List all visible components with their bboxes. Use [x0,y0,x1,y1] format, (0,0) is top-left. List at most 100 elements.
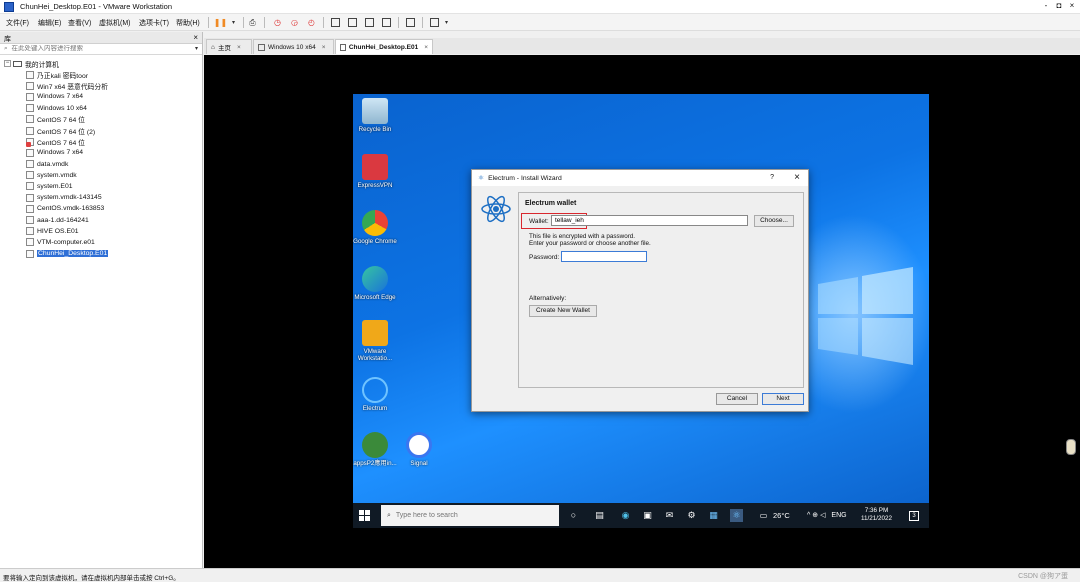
vm-icon [26,115,34,124]
snapshot-icon[interactable]: ◷ [271,16,284,29]
close-button[interactable]: × [1066,1,1078,10]
tree-item[interactable]: Windows 7 x64 [0,91,202,102]
desktop-icon-expressvpn[interactable]: ExpressVPN [353,154,397,189]
tree-item[interactable]: CentOS 7 64 位 [0,114,202,125]
desktop-icon-signal[interactable]: Signal [397,432,441,467]
desktop-icon-recycle-bin[interactable]: Recycle Bin [353,98,397,133]
taskbar-clock[interactable]: 7:36 PM 11/21/2022 [861,507,892,523]
thumbnail-view-icon[interactable] [346,16,359,29]
wallet-label: Wallet: [529,218,549,225]
menu-edit[interactable]: 编辑(E) [38,18,61,28]
tree-item[interactable]: data.vmdk [0,159,202,170]
notification-badge[interactable]: 3 [909,511,919,521]
library-search-input[interactable] [11,45,172,52]
revert-snapshot-icon[interactable]: ◶ [288,16,301,29]
search-icon: ⌕ [4,45,8,52]
tree-item-label: system.vmdk-143145 [37,194,102,202]
tree-item-selected[interactable]: ChunHei_Desktop.E01 [0,248,202,259]
store-icon[interactable]: ▣ [641,509,654,522]
mouse-icon [1066,439,1076,455]
electrum-taskbar-icon[interactable]: ⚛ [730,509,743,522]
tree-item[interactable]: system.vmdk [0,170,202,181]
edge-taskbar-icon[interactable]: ◉ [619,509,632,522]
pause-icon[interactable]: ❚❚ [214,16,227,29]
menu-file[interactable]: 文件(F) [6,18,29,28]
collapse-icon[interactable]: − [4,60,11,67]
desktop-icon-electrum[interactable]: Electrum [353,377,397,412]
create-new-wallet-button[interactable]: Create New Wallet [529,305,597,317]
tree-root-my-computer[interactable]: − 我的计算机 [0,58,202,69]
tree-item[interactable]: CentOS 7 64 位 [0,136,202,147]
close-icon[interactable]: × [424,44,428,51]
tree-item[interactable]: CentOS.vmdk-163853 [0,203,202,214]
choose-button[interactable]: Choose... [754,215,794,227]
mail-icon[interactable]: ✉ [663,509,676,522]
cancel-button[interactable]: Cancel [716,393,758,405]
unity-icon[interactable] [380,16,393,29]
maximize-button[interactable]: ◘ [1053,1,1065,10]
task-view-icon[interactable]: ○ [567,509,580,522]
tab-windows10[interactable]: Windows 10 x64 × [253,39,334,54]
chevron-down-icon[interactable]: ▾ [195,45,198,52]
close-icon[interactable]: × [322,44,326,51]
menu-help[interactable]: 帮助(H) [176,18,200,28]
tree-item[interactable]: 乃正kali 密码toor [0,69,202,80]
tree-item[interactable]: CentOS 7 64 位 (2) [0,125,202,136]
desktop-icon-edge[interactable]: Microsoft Edge [353,266,397,301]
tab-chunhei[interactable]: ChunHei_Desktop.E01 × [335,39,433,54]
send-ctrl-alt-del-icon[interactable]: ⎙ [246,16,259,29]
wallet-path-input[interactable] [551,215,748,226]
help-button[interactable]: ? [770,174,774,181]
tree-item-label: aaa-1.dd-164241 [37,216,89,224]
tree-item-label: 乃正kali 密码toor [37,72,88,80]
desktop-icon-label: ExpressVPN [357,182,393,189]
desktop-icon-vmware[interactable]: VMware Workstatio... [353,320,397,362]
start-button[interactable] [359,510,370,521]
menu-tabs[interactable]: 选项卡(T) [139,18,169,28]
taskbar-search[interactable]: ⌕ [381,505,559,526]
watermark: CSDN @狗ア蛋 [1018,573,1068,580]
settings-icon[interactable]: ⚙ [685,509,698,522]
status-bar: 要将输入定向到该虚拟机，请在虚拟机内部单击或按 Ctrl+G。 CSDN @狗ア… [0,568,1080,582]
photos-icon[interactable]: ▦ [707,509,720,522]
password-label: Password: [529,254,560,261]
minimize-button[interactable]: - [1040,1,1052,10]
vm-icon [26,238,34,247]
menu-view[interactable]: 查看(V) [68,18,91,28]
fullscreen-icon[interactable] [363,16,376,29]
system-tray[interactable]: ^ ⊕ ◁ ENG [807,511,847,519]
menu-vm[interactable]: 虚拟机(M) [99,18,131,28]
desktop-icon-label: Electrum [362,405,388,412]
close-icon[interactable]: × [237,44,241,51]
widgets-icon[interactable]: ▤ [593,509,606,522]
dialog-close-button[interactable]: × [794,172,800,183]
tree-item[interactable]: system.vmdk-143145 [0,192,202,203]
search-icon: ⌕ [387,511,391,519]
tree-item[interactable]: Windows 7 x64 [0,147,202,158]
console-icon[interactable] [404,16,417,29]
next-button[interactable]: Next [762,393,804,405]
tree-item[interactable]: VTM-computer.e01 [0,237,202,248]
password-field[interactable] [561,251,647,262]
taskbar-search-input[interactable] [395,512,546,519]
vm-tree: − 我的计算机 乃正kali 密码toor Win7 x64 恶意代码分析 Wi… [0,55,202,259]
desktop-icon-chrome[interactable]: Google Chrome [353,210,397,245]
close-icon[interactable]: × [193,33,198,42]
tree-item[interactable]: aaa-1.dd-164241 [0,214,202,225]
tree-item-label: CentOS 7 64 位 [37,117,85,125]
vm-icon [26,126,34,135]
tree-item[interactable]: Windows 10 x64 [0,103,202,114]
desktop-icon-apps[interactable]: appsP2應用in... [353,432,397,467]
snapshot-manager-icon[interactable]: ◴ [305,16,318,29]
library-view-icon[interactable] [329,16,342,29]
tree-item[interactable]: system.E01 [0,181,202,192]
weather-temp[interactable]: 26°C [773,511,790,520]
chevron-down-icon[interactable]: ▾ [440,16,453,29]
recycle-bin-icon [362,98,388,124]
tab-home[interactable]: ⌂ 主页 × [206,39,252,54]
electrum-small-icon: ⚛ [478,175,485,182]
chevron-down-icon[interactable]: ▾ [227,16,240,29]
tree-item[interactable]: Win7 x64 恶意代码分析 [0,80,202,91]
tree-item[interactable]: HIVE OS.E01 [0,226,202,237]
tree-item-label: system.vmdk [37,171,77,179]
